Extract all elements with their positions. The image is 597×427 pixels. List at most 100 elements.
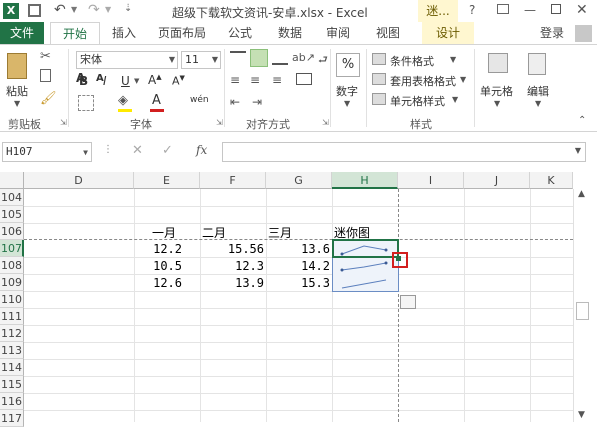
tab-review[interactable]: 审阅: [318, 22, 358, 44]
worksheet-grid[interactable]: D E F G H I J K 104 105 106 107 108 109 …: [0, 172, 597, 427]
cell-g107[interactable]: 13.6: [266, 242, 330, 256]
tab-file[interactable]: 文件: [0, 22, 44, 44]
collapse-ribbon-icon[interactable]: ⌃: [578, 115, 586, 126]
table-dropdown-icon[interactable]: ▼: [460, 75, 466, 84]
cells-button[interactable]: 单元格: [480, 83, 513, 99]
cut-icon[interactable]: ✂: [40, 49, 51, 64]
column-header-e[interactable]: E: [134, 172, 200, 189]
scroll-up-icon[interactable]: ▲: [578, 189, 585, 199]
enter-icon[interactable]: ✓: [162, 143, 173, 158]
copy-icon[interactable]: [40, 69, 51, 82]
expand-formula-icon[interactable]: ▼: [575, 146, 581, 155]
row-header[interactable]: 115: [0, 376, 24, 393]
row-header[interactable]: 113: [0, 342, 24, 359]
align-bottom-icon[interactable]: [272, 51, 288, 65]
fill-color-icon[interactable]: ◈: [118, 93, 128, 108]
column-header-k[interactable]: K: [530, 172, 573, 189]
column-header-f[interactable]: F: [200, 172, 266, 189]
scroll-thumb[interactable]: [576, 302, 589, 320]
row-header[interactable]: 116: [0, 393, 24, 410]
select-all-corner[interactable]: [0, 172, 24, 189]
orientation-icon[interactable]: ab↗: [292, 51, 315, 64]
cell-style-button[interactable]: 单元格样式: [390, 93, 445, 109]
number-format-button[interactable]: 数字: [336, 83, 358, 99]
column-header-j[interactable]: J: [464, 172, 530, 189]
dialog-launcher-icon[interactable]: ⇲: [60, 118, 67, 127]
tab-view[interactable]: 视图: [368, 22, 408, 44]
cell-g109[interactable]: 15.3: [266, 276, 330, 290]
tab-page-layout[interactable]: 页面布局: [151, 22, 213, 44]
insert-function-icon[interactable]: fx: [196, 143, 207, 157]
italic-icon[interactable]: I: [103, 74, 107, 88]
wrap-text-icon[interactable]: ⮐: [318, 51, 328, 70]
row-header[interactable]: 111: [0, 308, 24, 325]
cell-g106[interactable]: 三月: [268, 224, 292, 241]
quick-analysis-icon[interactable]: [400, 295, 416, 309]
undo-dropdown-icon[interactable]: ▼: [71, 5, 77, 14]
cell-e107[interactable]: 12.2: [134, 242, 182, 256]
restore-icon[interactable]: [551, 4, 561, 14]
increase-font-icon[interactable]: A▲: [148, 73, 162, 87]
ribbon-display-icon[interactable]: [497, 4, 509, 14]
column-header-g[interactable]: G: [266, 172, 332, 189]
minimize-icon[interactable]: —: [524, 3, 536, 17]
row-header[interactable]: 104: [0, 189, 24, 206]
align-middle-icon[interactable]: [250, 49, 268, 67]
quick-access-customize-icon[interactable]: ⇣: [124, 3, 132, 14]
paste-dropdown-icon[interactable]: ▼: [14, 99, 20, 108]
decrease-indent-icon[interactable]: ⇤: [230, 95, 240, 109]
increase-indent-icon[interactable]: ⇥: [252, 95, 262, 109]
row-header[interactable]: 106: [0, 223, 24, 240]
chevron-down-icon[interactable]: ▼: [83, 144, 88, 162]
paste-icon[interactable]: [7, 53, 27, 79]
redo-dropdown-icon[interactable]: ▼: [105, 5, 111, 14]
tab-insert[interactable]: 插入: [104, 22, 144, 44]
border-icon[interactable]: [78, 95, 94, 111]
conditional-format-button[interactable]: 条件格式: [390, 53, 434, 69]
save-icon[interactable]: [28, 4, 41, 17]
cell-e109[interactable]: 12.6: [134, 276, 182, 290]
tab-data[interactable]: 数据: [270, 22, 310, 44]
paste-button[interactable]: 粘贴: [6, 83, 28, 99]
close-icon[interactable]: ✕: [576, 2, 588, 18]
cells-dropdown-icon[interactable]: ▼: [494, 99, 500, 108]
column-header-h[interactable]: H: [332, 172, 398, 189]
column-header-d[interactable]: D: [24, 172, 134, 189]
row-header[interactable]: 114: [0, 359, 24, 376]
tab-home[interactable]: 开始: [50, 22, 100, 44]
row-header[interactable]: 108: [0, 257, 24, 274]
dialog-launcher-icon[interactable]: ⇲: [216, 118, 223, 127]
row-header[interactable]: 112: [0, 325, 24, 342]
cell-g108[interactable]: 14.2: [266, 259, 330, 273]
underline-dropdown-icon[interactable]: ▼: [134, 77, 139, 85]
align-left-icon[interactable]: ≡: [230, 73, 240, 87]
font-size-select[interactable]: 11 ▼: [181, 51, 221, 69]
cell-e108[interactable]: 10.5: [134, 259, 182, 273]
cancel-icon[interactable]: ✕: [132, 143, 143, 158]
align-right-icon[interactable]: ≡: [272, 73, 282, 87]
redo-icon[interactable]: ↷: [88, 2, 100, 18]
number-dropdown-icon[interactable]: ▼: [344, 99, 350, 108]
help-icon[interactable]: ?: [469, 3, 475, 17]
font-name-select[interactable]: 宋体 ▼: [76, 51, 178, 69]
merge-center-icon[interactable]: [296, 73, 312, 85]
row-header[interactable]: 107: [0, 240, 24, 257]
dialog-launcher-icon[interactable]: ⇲: [322, 118, 329, 127]
vertical-scrollbar[interactable]: ▲ ▼: [573, 189, 591, 422]
edit-button[interactable]: 编辑: [527, 83, 549, 99]
font-color-icon[interactable]: A: [152, 93, 161, 108]
row-header[interactable]: 105: [0, 206, 24, 223]
cell-f107[interactable]: 15.56: [200, 242, 264, 256]
row-header[interactable]: 110: [0, 291, 24, 308]
format-painter-icon[interactable]: 🖌: [40, 91, 57, 106]
row-header[interactable]: 109: [0, 274, 24, 291]
formula-input[interactable]: ▼: [222, 142, 586, 162]
cond-dropdown-icon[interactable]: ▼: [450, 55, 456, 64]
row-header[interactable]: 117: [0, 410, 24, 427]
column-header-i[interactable]: I: [398, 172, 464, 189]
cell-f106[interactable]: 二月: [202, 224, 226, 241]
table-format-button[interactable]: 套用表格格式: [390, 73, 456, 89]
decrease-font-icon[interactable]: A▼: [172, 74, 185, 88]
cell-f109[interactable]: 13.9: [200, 276, 264, 290]
undo-icon[interactable]: ↶: [54, 2, 66, 18]
